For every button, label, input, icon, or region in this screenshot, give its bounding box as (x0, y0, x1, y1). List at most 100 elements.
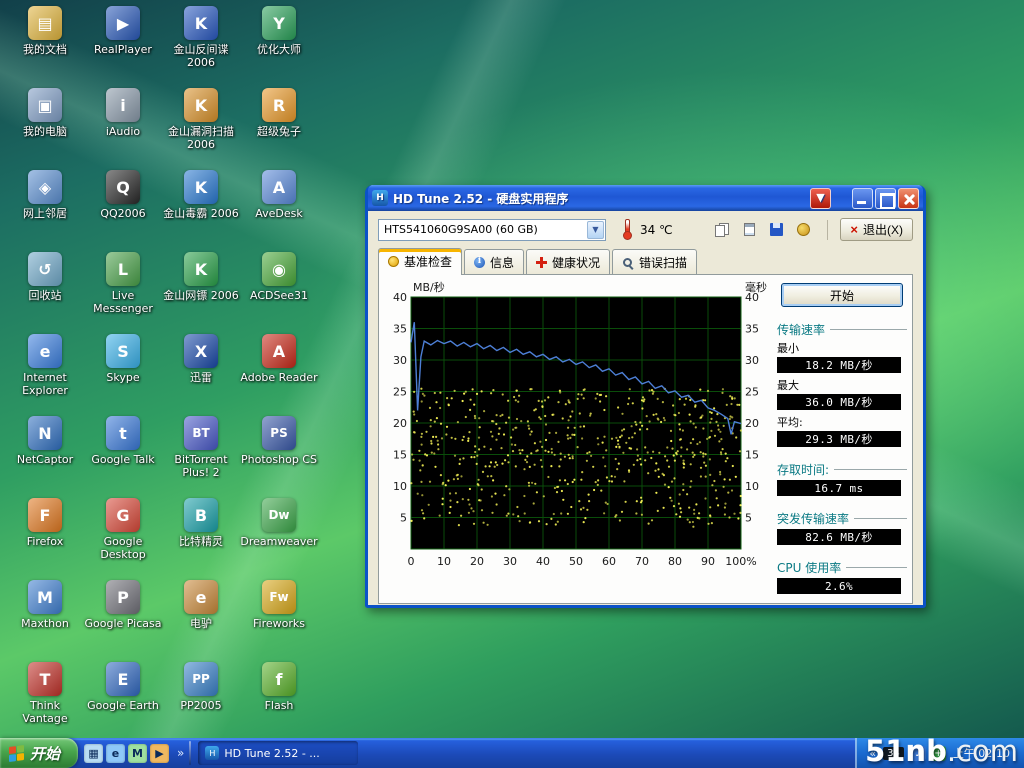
desktop-icon-google-desktop[interactable]: G Google Desktop (84, 498, 162, 561)
benchmark-chart-wrap: 4040353530302525202015151010550102030405… (383, 281, 773, 599)
svg-text:50: 50 (569, 555, 583, 568)
windows-flag-icon (9, 744, 24, 761)
desktop-icon-fireworks[interactable]: FwFireworks (240, 580, 318, 630)
desktop-icon-adobe-reader[interactable]: AAdobe Reader (240, 334, 318, 384)
tray-antivirus-icon[interactable]: + (931, 746, 946, 761)
desktop-icon-realplayer[interactable]: ▶RealPlayer (84, 6, 162, 56)
svg-text:25: 25 (745, 386, 759, 399)
exit-button[interactable]: × 退出(X) (840, 218, 913, 241)
save-screenshot-button[interactable] (764, 219, 788, 241)
desktop-icon-network-places[interactable]: ◈网上邻居 (6, 170, 84, 220)
desktop-icon-label: 金山网镖 2006 (162, 289, 240, 302)
svg-text:90: 90 (701, 555, 715, 568)
desktop-icon-kingsoft-scan[interactable]: K金山漏洞扫描 2006 (162, 88, 240, 151)
close-x-icon: × (850, 223, 858, 236)
desktop-icon-bitspirit[interactable]: B比特精灵 (162, 498, 240, 548)
minimize-to-tray-button[interactable] (810, 188, 831, 209)
svg-text:20: 20 (393, 417, 407, 430)
quicklaunch-media-player-icon[interactable]: ▶ (150, 744, 169, 763)
desktop-icon-my-documents[interactable]: ▤我的文档 (6, 6, 84, 56)
desktop-icon-maxthon[interactable]: MMaxthon (6, 580, 84, 630)
desktop-icon-label: 电驴 (162, 617, 240, 630)
drive-select-dropdown[interactable]: HTS541060G9SA00 (60 GB) ▼ (378, 219, 606, 241)
quicklaunch-messenger-icon[interactable]: M (128, 744, 147, 763)
results-panel: 开始 传输速率 最小 18.2 MB/秒 最大 36.0 MB/秒 平均: 29… (777, 281, 907, 599)
tab-error-scan[interactable]: 错误扫描 (612, 249, 697, 274)
desktop-icon-kingsoft-netguard[interactable]: K 金山网镖 2006 (162, 252, 240, 302)
desktop-icon-firefox[interactable]: FFirefox (6, 498, 84, 548)
svg-text:20: 20 (470, 555, 484, 568)
desktop-icon-pp2005[interactable]: PPPP2005 (162, 662, 240, 712)
quicklaunch-internet-explorer-icon[interactable]: e (106, 744, 125, 763)
hdtune-temp-tray-badge[interactable]: 34 (883, 747, 904, 760)
desktop-icon-google-earth[interactable]: EGoogle Earth (84, 662, 162, 712)
tray-hide-icons-chevron[interactable]: « (869, 747, 876, 760)
titlebar[interactable]: H HD Tune 2.52 - 硬盘实用程序 (368, 185, 923, 211)
desktop-icon-dreamweaver[interactable]: DwDreamweaver (240, 498, 318, 548)
desktop-icon-youhua-dashi[interactable]: Y优化大师 (240, 6, 318, 56)
start-benchmark-button[interactable]: 开始 (781, 283, 903, 307)
desktop-icon-acdsee[interactable]: ◉ACDSee31 (240, 252, 318, 302)
skype-icon: S (106, 334, 140, 368)
desktop-icon-label: 金山反间谍 2006 (162, 43, 240, 69)
quick-launch-overflow-chevron[interactable]: » (175, 746, 186, 760)
desktop-icon-label: QQ2006 (84, 207, 162, 220)
minimize-button[interactable] (852, 188, 873, 209)
desktop-icon-thunder[interactable]: X迅雷 (162, 334, 240, 384)
desktop-icon-super-rabbit[interactable]: R超级兔子 (240, 88, 318, 138)
desktop-icon-label: 网上邻居 (6, 207, 84, 220)
drive-temperature: 34 ℃ (640, 223, 673, 237)
min-label: 最小 (777, 340, 907, 356)
desktop-icon-bittorrent-plus[interactable]: BTBitTorrent Plus! 2 (162, 416, 240, 479)
tab-benchmark[interactable]: 基准检查 (378, 248, 462, 275)
desktop-icon-netcaptor[interactable]: NNetCaptor (6, 416, 84, 466)
options-button[interactable] (791, 219, 815, 241)
desktop-icon-skype[interactable]: SSkype (84, 334, 162, 384)
svg-text:10: 10 (745, 480, 759, 493)
desktop-icon-qq2006[interactable]: QQQ2006 (84, 170, 162, 220)
photoshop-cs-icon: PS (262, 416, 296, 450)
google-desktop-icon: G (106, 498, 140, 532)
start-button-label: 开始 (30, 743, 60, 764)
desktop-icon-label: 我的电脑 (6, 125, 84, 138)
kingsoft-netguard-icon: K (184, 252, 218, 286)
desktop-icon-internet-explorer[interactable]: eInternet Explorer (6, 334, 84, 397)
start-button[interactable]: 开始 (0, 738, 78, 768)
tray-clock[interactable]: 上午 02:10 (953, 745, 1010, 761)
copy-button[interactable] (710, 219, 734, 241)
desktop-icon-recycle-bin[interactable]: ↺回收站 (6, 252, 84, 302)
desktop-icon-flash[interactable]: fFlash (240, 662, 318, 712)
desktop-icon-label: 我的文档 (6, 43, 84, 56)
task-button-hdtune[interactable]: H HD Tune 2.52 - ... (198, 741, 358, 765)
maximize-button[interactable] (875, 188, 896, 209)
benchmark-panel: 4040353530302525202015151010550102030405… (378, 274, 913, 604)
options-icon (797, 223, 810, 236)
close-button[interactable] (898, 188, 919, 209)
svg-text:毫秒: 毫秒 (745, 281, 767, 294)
desktop-icon-emule[interactable]: e电驴 (162, 580, 240, 630)
desktop-icon-live-messenger[interactable]: LLive Messenger (84, 252, 162, 315)
desktop-icon-label: Firefox (6, 535, 84, 548)
tab-health[interactable]: 健康状况 (526, 249, 610, 274)
desktop-icon-my-computer[interactable]: ▣我的电脑 (6, 88, 84, 138)
quicklaunch-show-desktop-icon[interactable]: ▦ (84, 744, 103, 763)
desktop-icon-iaudio[interactable]: iiAudio (84, 88, 162, 138)
desktop-icon-kingsoft-duba[interactable]: K金山毒霸 2006 (162, 170, 240, 220)
svg-text:20: 20 (745, 417, 759, 430)
fireworks-icon: Fw (262, 580, 296, 614)
desktop-icon-label: Google Desktop (84, 535, 162, 561)
realplayer-icon: ▶ (106, 6, 140, 40)
desktop-icon-avedesk[interactable]: AAveDesk (240, 170, 318, 220)
desktop-icon-google-picasa[interactable]: PGoogle Picasa (84, 580, 162, 630)
tray-volume-icon[interactable]: ♪ (911, 746, 926, 761)
desktop-icon-label: 金山毒霸 2006 (162, 207, 240, 220)
desktop-icon-photoshop-cs[interactable]: PSPhotoshop CS (240, 416, 318, 466)
tab-info[interactable]: 信息 (464, 249, 524, 274)
taskbar: 开始 ▦eM▶ » H HD Tune 2.52 - ... « 34 ♪ + 上… (0, 738, 1024, 768)
desktop-icon-thinkvantage[interactable]: TThink Vantage (6, 662, 84, 725)
desktop-icon-google-talk[interactable]: tGoogle Talk (84, 416, 162, 466)
desktop-icon-kingsoft-antispy[interactable]: K金山反间谍 2006 (162, 6, 240, 69)
google-picasa-icon: P (106, 580, 140, 614)
avg-value: 29.3 MB/秒 (777, 431, 901, 447)
report-button[interactable] (737, 219, 761, 241)
